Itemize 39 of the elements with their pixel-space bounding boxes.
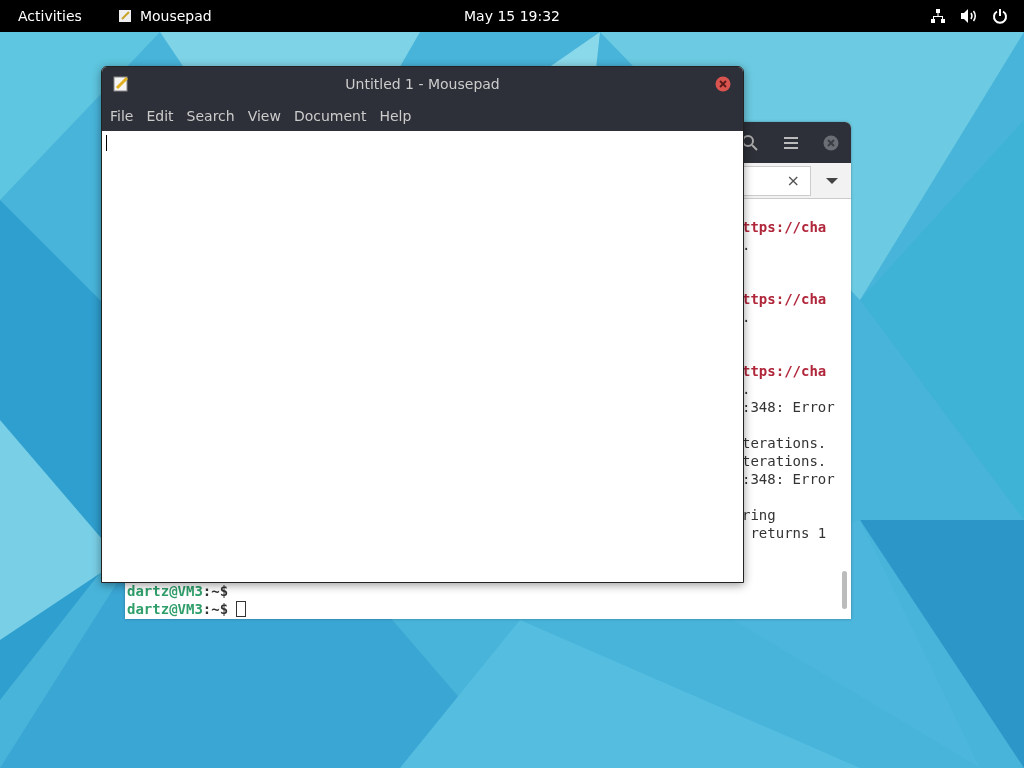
search-field[interactable]: × — [742, 165, 811, 196]
app-menu[interactable]: Mousepad — [139, 8, 212, 24]
output-text: . — [742, 380, 751, 398]
output-text: . — [742, 308, 751, 326]
output-text: :348: Error — [742, 398, 835, 416]
close-icon[interactable] — [823, 134, 839, 151]
window-title: Untitled 1 - Mousepad — [344, 76, 501, 92]
search-icon[interactable] — [741, 133, 759, 152]
menu-item[interactable]: Help — [379, 108, 412, 124]
menu-item[interactable]: Document — [293, 108, 367, 124]
power-icon[interactable] — [992, 8, 1008, 24]
dropdown-icon[interactable] — [825, 176, 839, 185]
output-text: ring — [742, 506, 776, 524]
output-text: terations. — [742, 452, 827, 470]
output-text: . — [742, 236, 751, 254]
network-icon[interactable] — [930, 8, 946, 24]
prompt-user: dartz@VM3 — [127, 582, 203, 600]
notepad-icon — [117, 9, 132, 23]
scrollbar[interactable] — [842, 571, 847, 609]
clear-button[interactable]: × — [786, 171, 800, 190]
close-icon[interactable] — [715, 76, 731, 92]
output-text: :348: Error — [742, 470, 835, 488]
prompt-path: :~$ — [202, 582, 229, 600]
menu-item[interactable]: View — [247, 108, 281, 124]
clock[interactable]: May 15 19:32 — [464, 8, 560, 24]
menu-item[interactable]: Search — [186, 108, 235, 124]
menu-item[interactable]: File — [110, 108, 134, 124]
menu-item[interactable]: Edit — [146, 108, 174, 124]
menu-icon[interactable] — [783, 135, 799, 150]
url-text: ttps://cha — [742, 362, 827, 380]
volume-icon[interactable] — [960, 8, 978, 24]
url-text: ttps://cha — [742, 290, 827, 308]
output-text: terations. — [742, 434, 827, 452]
prompt-user: dartz@VM3 — [127, 600, 203, 618]
notepad-icon — [112, 75, 130, 93]
url-text: ttps://cha — [742, 218, 827, 236]
activities-button[interactable]: Activities — [18, 8, 82, 24]
prompt-path: :~$ — [202, 600, 229, 618]
output-text: returns 1 — [749, 524, 827, 542]
